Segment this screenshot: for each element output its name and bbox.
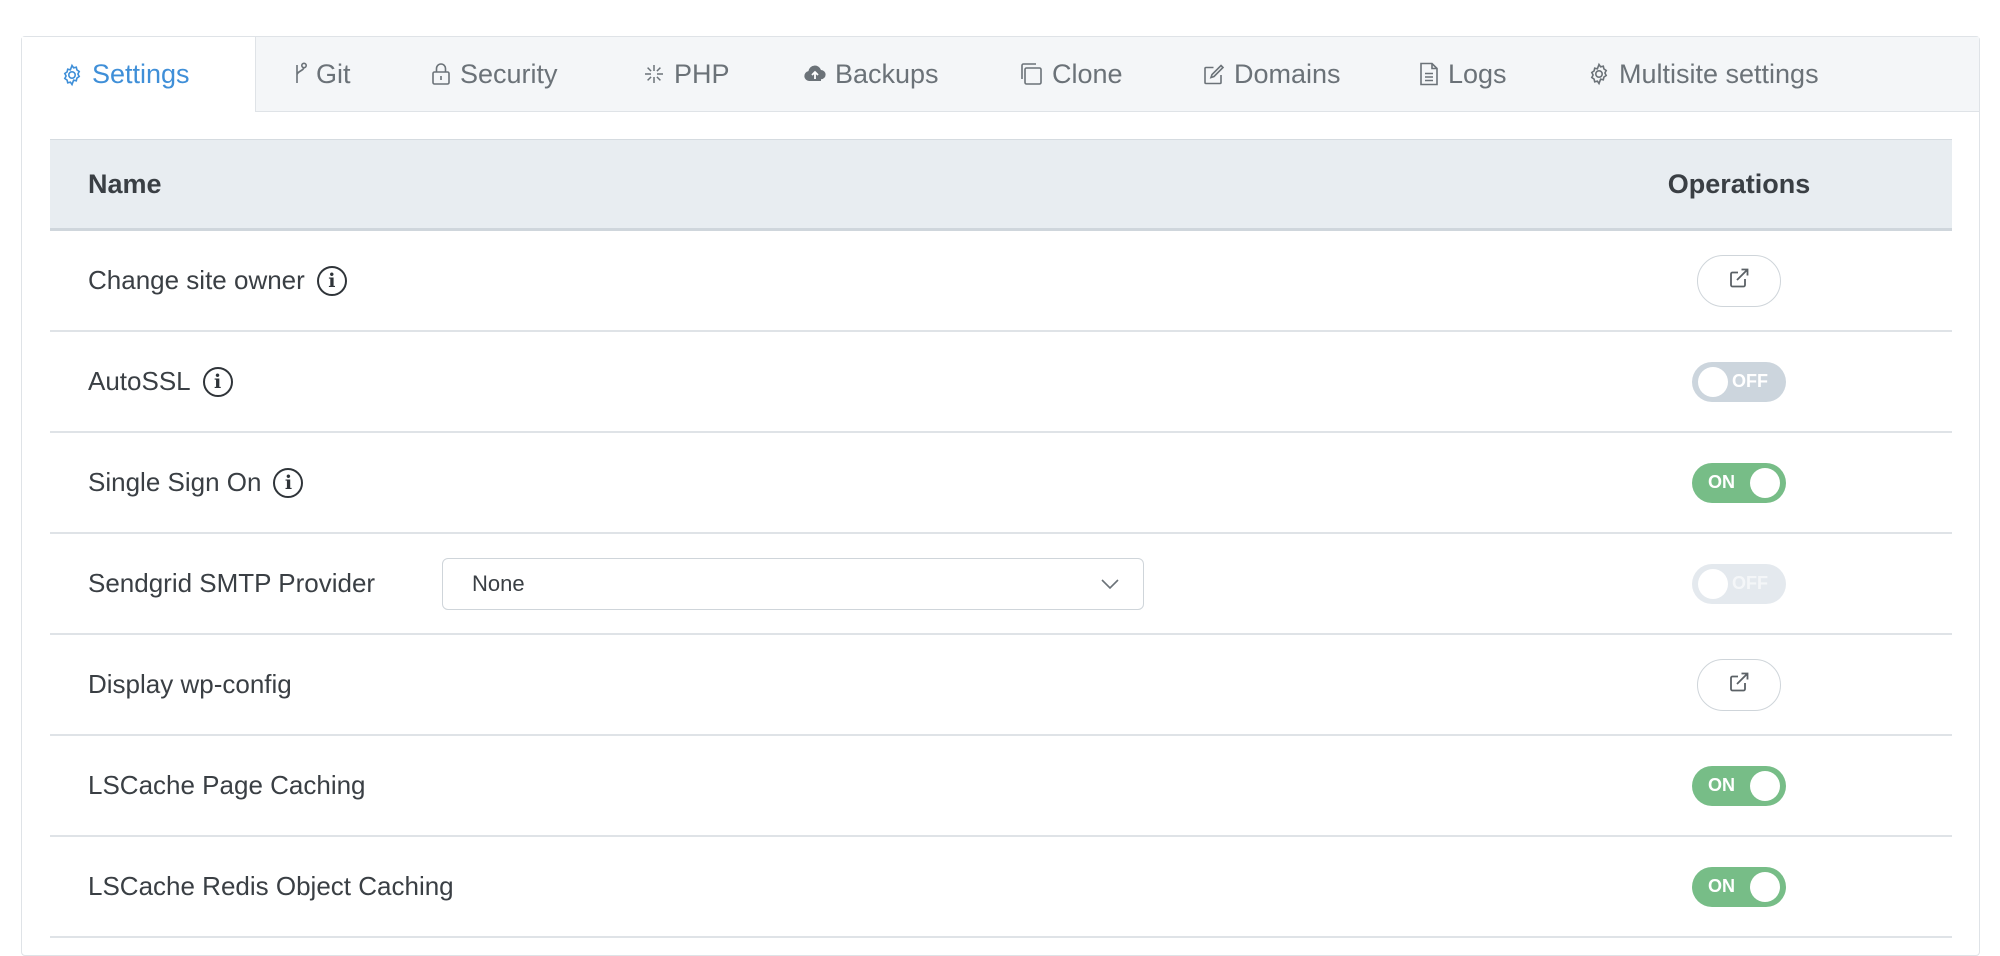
table-row: LSCache Page Caching ON bbox=[50, 736, 1952, 837]
info-icon[interactable]: i bbox=[202, 366, 233, 397]
tab-label: Logs bbox=[1448, 58, 1507, 89]
row-label: Change site owner bbox=[88, 265, 305, 295]
table-row: AutoSSL i OFF bbox=[50, 332, 1952, 433]
toggle-knob bbox=[1750, 467, 1780, 498]
select-value: None bbox=[472, 571, 525, 596]
table-row: Single Sign On i ON bbox=[50, 433, 1952, 534]
tab-label: Multisite settings bbox=[1619, 58, 1819, 89]
settings-table: Name Operations Change site owner i Auto… bbox=[50, 139, 1952, 938]
autossl-toggle[interactable]: OFF bbox=[1692, 361, 1786, 402]
row-label: Sendgrid SMTP Provider bbox=[88, 568, 376, 598]
tab-label: Security bbox=[460, 58, 558, 89]
tab-domains[interactable]: Domains bbox=[1202, 37, 1341, 111]
tab-backups[interactable]: Backups bbox=[803, 37, 939, 111]
row-label: LSCache Page Caching bbox=[88, 770, 366, 800]
table-row: LSCache Redis Object Caching ON bbox=[50, 837, 1952, 938]
gear-icon bbox=[1587, 62, 1611, 86]
smtp-provider-select[interactable]: None bbox=[442, 558, 1144, 610]
single-sign-on-toggle[interactable]: ON bbox=[1692, 462, 1786, 503]
tab-security[interactable]: Security bbox=[430, 37, 558, 111]
info-icon[interactable]: i bbox=[316, 265, 347, 296]
external-link-icon bbox=[1727, 266, 1751, 295]
tab-label: Backups bbox=[835, 58, 939, 89]
git-branch-icon bbox=[292, 61, 308, 87]
column-header-operations: Operations bbox=[1667, 168, 1811, 199]
copy-icon bbox=[1018, 61, 1044, 87]
table-row: Change site owner i bbox=[50, 231, 1952, 332]
site-settings-card: Settings Git Security PHP Backups Clone … bbox=[21, 36, 1980, 956]
info-icon[interactable]: i bbox=[273, 467, 304, 498]
tab-bar: Settings Git Security PHP Backups Clone … bbox=[22, 37, 1979, 112]
tab-logs[interactable]: Logs bbox=[1418, 37, 1507, 111]
toggle-state: ON bbox=[1708, 775, 1735, 795]
lscache-page-caching-toggle[interactable]: ON bbox=[1692, 765, 1786, 806]
tab-php[interactable]: PHP bbox=[642, 37, 730, 111]
cloud-upload-icon bbox=[803, 64, 827, 84]
tab-label: Clone bbox=[1052, 58, 1123, 89]
column-header-name: Name bbox=[88, 168, 162, 199]
toggle-state: ON bbox=[1708, 472, 1735, 492]
tab-git[interactable]: Git bbox=[292, 37, 351, 111]
sparkle-icon bbox=[642, 62, 666, 86]
toggle-knob bbox=[1750, 871, 1780, 902]
toggle-knob bbox=[1750, 770, 1780, 801]
toggle-knob bbox=[1698, 366, 1728, 397]
tab-clone[interactable]: Clone bbox=[1018, 37, 1123, 111]
tab-label: Git bbox=[316, 58, 351, 89]
toggle-knob bbox=[1698, 568, 1728, 599]
gear-icon bbox=[60, 63, 84, 87]
tab-label: PHP bbox=[674, 58, 730, 89]
tab-label: Domains bbox=[1234, 58, 1341, 89]
tab-multisite-settings[interactable]: Multisite settings bbox=[1587, 37, 1819, 111]
lock-icon bbox=[430, 62, 452, 86]
row-label: Display wp-config bbox=[88, 669, 292, 699]
row-label: Single Sign On bbox=[88, 467, 262, 497]
table-row: Display wp-config bbox=[50, 635, 1952, 736]
lscache-redis-toggle[interactable]: ON bbox=[1692, 866, 1786, 907]
toggle-state: ON bbox=[1708, 876, 1735, 896]
external-link-icon bbox=[1727, 670, 1751, 699]
toggle-state: OFF bbox=[1732, 573, 1768, 593]
table-row: Sendgrid SMTP Provider None OFF bbox=[50, 534, 1952, 635]
chevron-down-icon bbox=[1099, 573, 1121, 600]
document-icon bbox=[1418, 61, 1440, 87]
row-label: AutoSSL bbox=[88, 366, 191, 396]
table-header: Name Operations bbox=[50, 139, 1952, 231]
row-label: LSCache Redis Object Caching bbox=[88, 871, 454, 901]
tab-label: Settings bbox=[92, 59, 190, 89]
display-wp-config-button[interactable] bbox=[1697, 658, 1781, 711]
sendgrid-smtp-toggle[interactable]: OFF bbox=[1692, 563, 1786, 604]
tab-settings[interactable]: Settings bbox=[22, 37, 256, 112]
edit-icon bbox=[1202, 62, 1226, 86]
toggle-state: OFF bbox=[1732, 371, 1768, 391]
change-site-owner-button[interactable] bbox=[1697, 254, 1781, 307]
